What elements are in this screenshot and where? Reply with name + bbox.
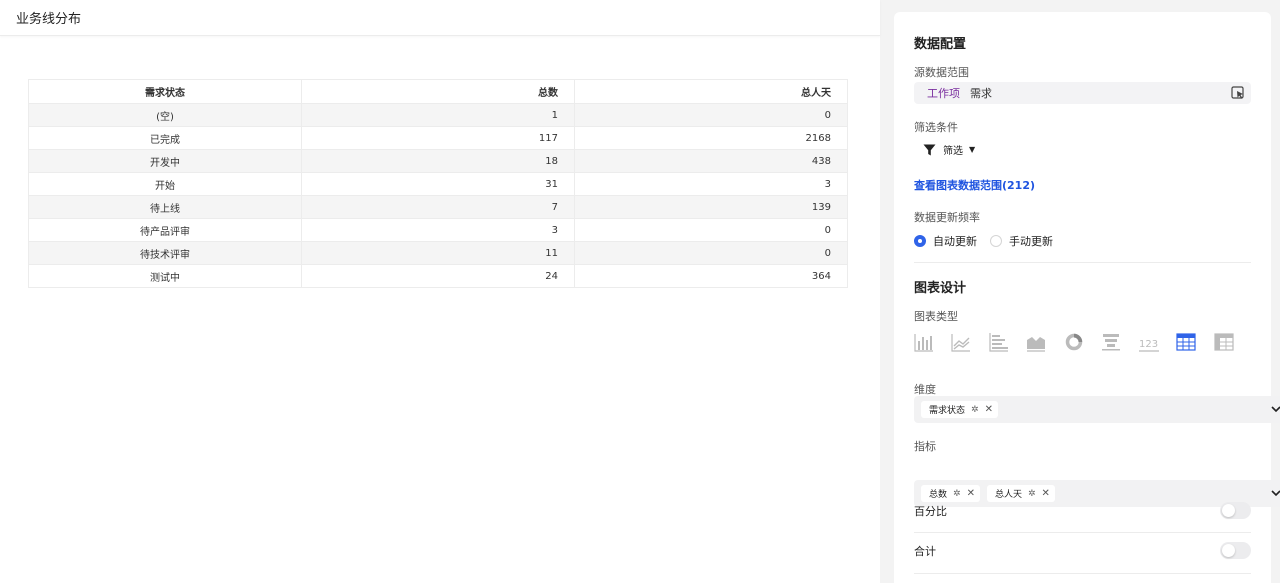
gear-icon[interactable]: ✲ [953,489,961,499]
column-header[interactable]: 总数 [301,79,575,104]
number-card-icon[interactable]: 123 [1138,332,1176,352]
gear-icon[interactable]: ✲ [1028,489,1036,499]
table-cell: 1 [301,103,575,127]
table-cell: 24 [301,264,575,288]
source-type: 工作项 [927,87,960,100]
chevron-down-icon[interactable] [1270,487,1280,499]
funnel-chart-icon[interactable] [1101,332,1138,352]
auto-update-label[interactable]: 自动更新 [933,233,977,249]
column-header[interactable]: 需求状态 [28,79,302,104]
table-row: 待产品评审 3 0 [28,218,848,242]
area-chart-icon[interactable] [1026,332,1063,352]
update-frequency-label: 数据更新频率 [914,211,980,224]
filter-icon [923,144,936,155]
chevron-down-icon[interactable] [1270,403,1280,415]
metric-tag[interactable]: 总数 ✲ ✕ [921,485,980,502]
close-icon[interactable]: ✕ [985,404,993,415]
table-cell: 18 [301,149,575,173]
filter-button-label: 筛选 [943,146,963,157]
table-cell: 0 [574,103,848,127]
table-cell: 7 [301,195,575,219]
data-config-title: 数据配置 [914,37,967,52]
table-cell: 0 [574,241,848,265]
metric-tag[interactable]: 总人天 ✲ ✕ [986,485,1055,502]
table-cell: (空) [28,103,302,127]
table-chart-icon[interactable] [1176,332,1213,352]
filter-label: 筛选条件 [914,121,958,134]
table-cell: 开始 [28,172,302,196]
table-cell: 待技术评审 [28,241,302,265]
table-cell: 11 [301,241,575,265]
row-divider [914,573,1251,574]
table-cell: 开发中 [28,149,302,173]
chart-design-title: 图表设计 [914,281,967,296]
view-data-range-link[interactable]: 查看图表数据范围(212) [914,177,1251,193]
table-cell: 已完成 [28,126,302,150]
table-header-row: 需求状态 总数 总人天 [28,79,848,104]
chart-title[interactable]: 业务线分布 [16,8,81,27]
table-cell: 待上线 [28,195,302,219]
update-frequency-group: 自动更新 手动更新 [914,233,1251,249]
table-cell: 测试中 [28,264,302,288]
data-table: 需求状态 总数 总人天 (空) 1 0 已完成 117 2168 开发中 18 438 开始… [28,79,848,288]
section-divider [914,262,1251,263]
horizontal-bar-chart-icon[interactable] [989,332,1026,352]
manual-update-radio[interactable] [990,235,1002,247]
source-range-selector[interactable]: 工作项 需求 [914,82,1251,104]
percentage-row: 百分比 [914,502,1251,519]
table-cell: 117 [301,126,575,150]
metric-tag-label: 总数 [929,490,948,500]
gear-icon[interactable]: ✲ [971,405,979,415]
percentage-toggle[interactable] [1220,502,1251,519]
chart-type-label: 图表类型 [914,310,958,323]
source-range-label: 源数据范围 [914,66,969,79]
chart-type-selector: 123 [914,332,1251,352]
svg-text:123: 123 [1139,339,1158,350]
dimension-tag-label: 需求状态 [929,406,966,416]
table-row: 测试中 24 364 [28,264,848,288]
source-name: 需求 [970,87,992,100]
close-icon[interactable]: ✕ [1042,488,1050,499]
percentage-label: 百分比 [914,504,947,518]
total-label: 合计 [914,544,936,558]
pie-chart-icon[interactable] [1064,332,1101,352]
table-cell: 待产品评审 [28,218,302,242]
dimension-tag[interactable]: 需求状态 ✲ ✕ [921,401,998,418]
total-toggle[interactable] [1220,542,1251,559]
table-cell: 2168 [574,126,848,150]
chart-preview-area: 业务线分布 需求状态 总数 总人天 (空) 1 0 已完成 117 2168 开发中 18… [0,0,880,583]
total-row: 合计 [914,542,1251,559]
table-cell: 31 [301,172,575,196]
line-chart-icon[interactable] [951,332,988,352]
caret-down-icon: ▼ [969,145,976,154]
table-cell: 139 [574,195,848,219]
config-panel: 数据配置 源数据范围 工作项 需求 筛选条件 筛选 ▼ 查看图表数据范围(212… [894,12,1280,583]
metric-tag-label: 总人天 [994,490,1022,500]
table-row: 开发中 18 438 [28,149,848,173]
metric-label: 指标 [914,440,936,453]
row-divider [914,532,1251,533]
filter-button[interactable]: 筛选 ▼ [923,142,1251,157]
table-row: 待技术评审 11 0 [28,241,848,265]
table-cell: 438 [574,149,848,173]
bar-chart-icon[interactable] [914,332,951,352]
manual-update-label[interactable]: 手动更新 [1009,233,1053,249]
column-header[interactable]: 总人天 [574,79,848,104]
table-cell: 0 [574,218,848,242]
table-row: 开始 31 3 [28,172,848,196]
table-cell: 3 [574,172,848,196]
table-cell: 3 [301,218,575,242]
table-cell: 364 [574,264,848,288]
table-row: (空) 1 0 [28,103,848,127]
close-icon[interactable]: ✕ [967,488,975,499]
dimension-select[interactable]: 需求状态 ✲ ✕ [914,396,1280,423]
auto-update-radio[interactable] [914,235,926,247]
pivot-table-icon[interactable] [1213,332,1251,352]
chart-header: 业务线分布 [0,0,880,36]
table-row: 待上线 7 139 [28,195,848,219]
select-cursor-icon[interactable] [1231,86,1245,100]
table-row: 已完成 117 2168 [28,126,848,150]
dimension-label: 维度 [914,383,936,396]
